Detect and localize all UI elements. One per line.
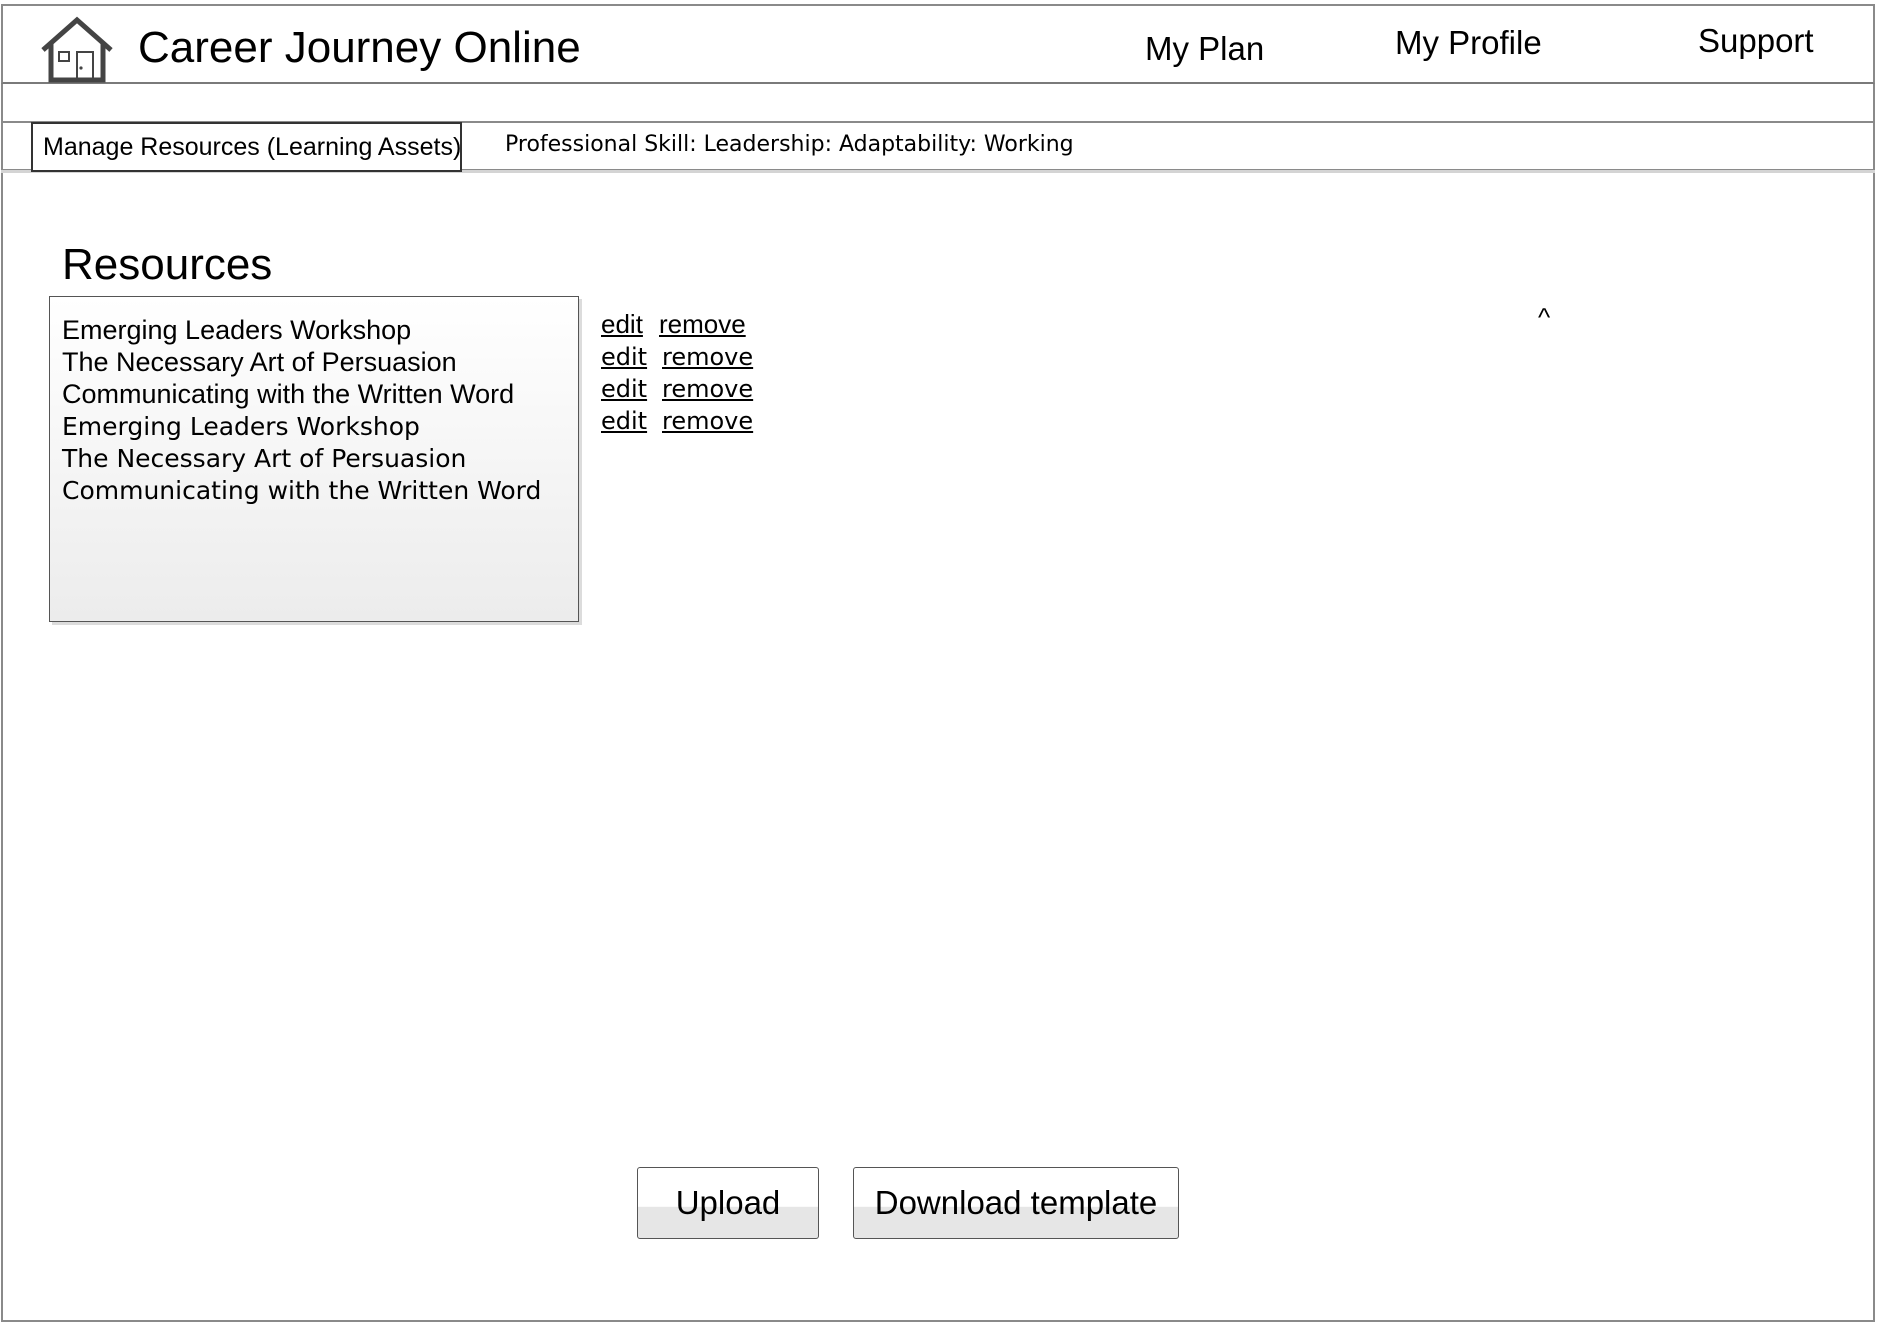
edit-link[interactable]: edit <box>601 409 647 433</box>
nav-my-profile[interactable]: My Profile <box>1395 26 1542 59</box>
resource-list-item[interactable]: Emerging Leaders Workshop <box>62 414 420 439</box>
resource-list-item[interactable]: The Necessary Art of Persuasion <box>62 349 457 376</box>
resource-list[interactable]: Emerging Leaders Workshop The Necessary … <box>49 296 579 622</box>
home-icon[interactable] <box>39 16 115 84</box>
caret-up-icon[interactable]: ^ <box>1538 304 1550 330</box>
edit-link[interactable]: edit <box>601 377 647 401</box>
nav-my-plan[interactable]: My Plan <box>1145 32 1264 65</box>
download-template-button[interactable]: Download template <box>853 1167 1179 1239</box>
resource-list-item[interactable]: Communicating with the Written Word <box>62 381 514 408</box>
remove-link[interactable]: remove <box>659 311 746 337</box>
edit-link[interactable]: edit <box>601 311 643 337</box>
resource-list-item[interactable]: The Necessary Art of Persuasion <box>62 446 466 471</box>
nav-support[interactable]: Support <box>1698 24 1814 57</box>
header-bar: Career Journey Online <box>1 4 1875 84</box>
section-title: Resources <box>62 240 273 289</box>
tab-manage-resources[interactable]: Manage Resources (Learning Assets) <box>31 122 462 172</box>
edit-link[interactable]: edit <box>601 345 647 369</box>
remove-link[interactable]: remove <box>662 409 753 433</box>
app-title: Career Journey Online <box>138 23 581 72</box>
app-frame <box>1 4 1875 1322</box>
remove-link[interactable]: remove <box>662 377 753 401</box>
resource-list-item[interactable]: Communicating with the Written Word <box>62 478 541 503</box>
upload-button[interactable]: Upload <box>637 1167 819 1239</box>
resource-list-item[interactable]: Emerging Leaders Workshop <box>62 317 411 344</box>
remove-link[interactable]: remove <box>662 345 753 369</box>
breadcrumb: Professional Skill: Leadership: Adaptabi… <box>505 132 1074 157</box>
